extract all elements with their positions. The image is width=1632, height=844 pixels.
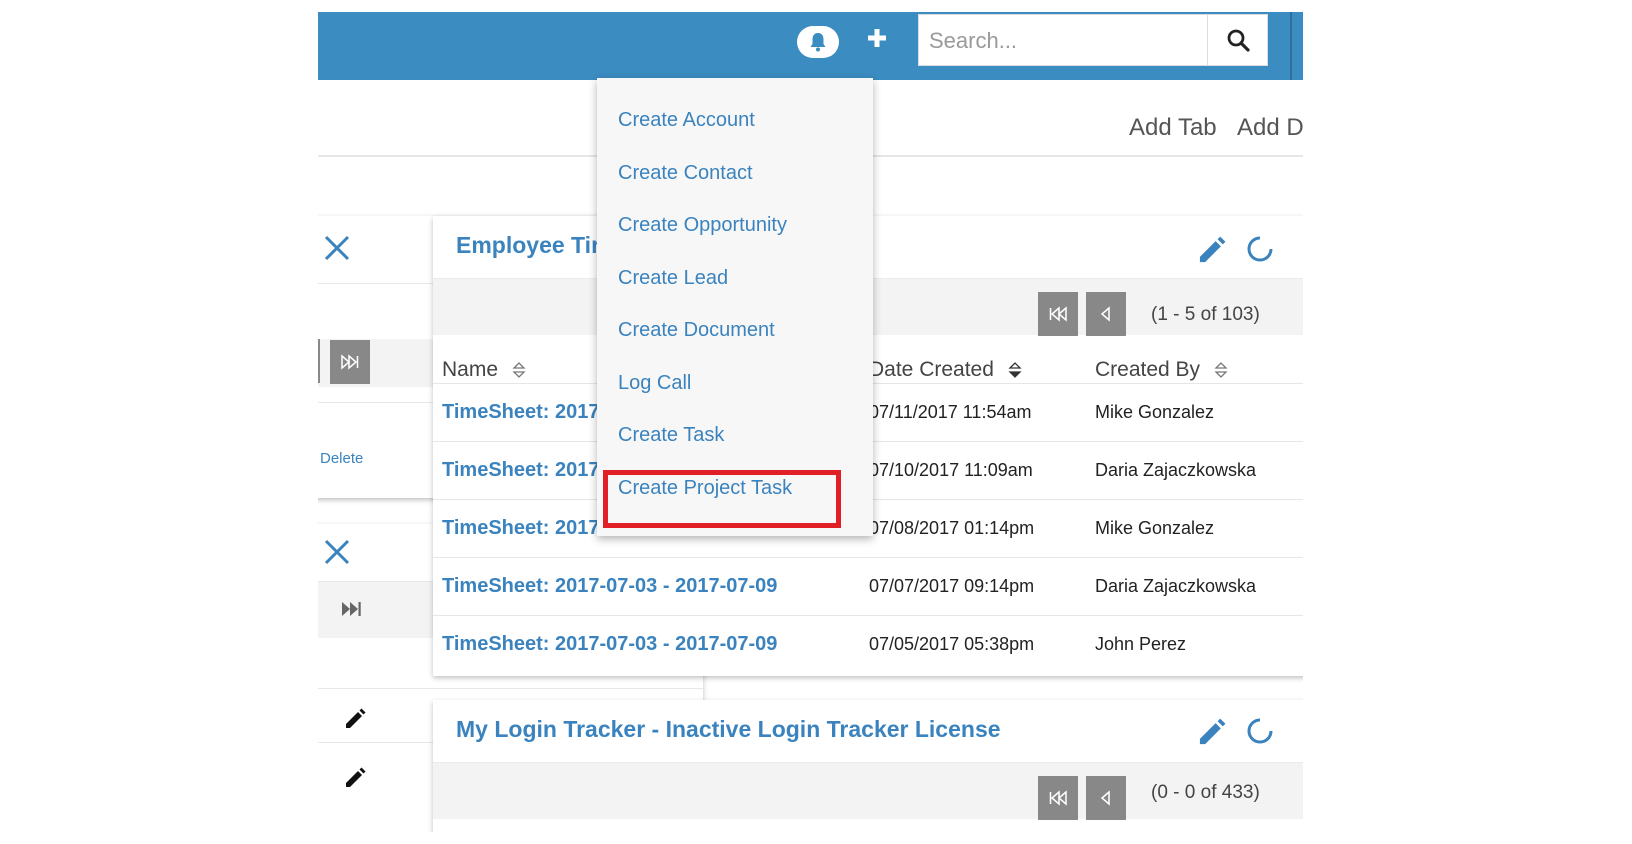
menu-item-create-task[interactable]: Create Task xyxy=(618,424,724,447)
created-by-cell: John Perez xyxy=(1095,634,1187,654)
first-page-icon xyxy=(1049,790,1067,806)
menu-item-log-call[interactable]: Log Call xyxy=(618,372,691,395)
table-row: TimeSheet: 2017-07-03 - 2017-07-09 07/05… xyxy=(433,615,1303,674)
sort-icon xyxy=(1008,362,1022,379)
date-created-cell: 07/05/2017 05:38pm xyxy=(869,634,1035,654)
search-input[interactable] xyxy=(927,15,1181,67)
pager-input[interactable] xyxy=(318,339,320,383)
sort-icon xyxy=(1214,362,1228,379)
last-page-icon xyxy=(341,354,359,370)
add-dashlet-link[interactable]: Add D xyxy=(1237,114,1303,142)
pencil-icon[interactable] xyxy=(343,705,369,731)
menu-item-create-document[interactable]: Create Document xyxy=(618,319,775,342)
dashlet-title[interactable]: My Login Tracker - Inactive Login Tracke… xyxy=(456,716,1001,743)
prev-page-button[interactable] xyxy=(1086,292,1126,336)
timesheet-link[interactable]: TimeSheet: 2017 xyxy=(442,517,600,540)
date-created-cell: 07/08/2017 01:14pm xyxy=(869,518,1035,538)
dashlet-title[interactable]: Employee Tir xyxy=(456,232,600,259)
sort-icon xyxy=(512,362,526,379)
first-page-button[interactable] xyxy=(1038,292,1078,336)
pencil-icon[interactable] xyxy=(1196,232,1230,266)
menu-item-create-account[interactable]: Create Account xyxy=(618,109,755,132)
created-by-cell: Daria Zajaczkowska xyxy=(1095,576,1257,596)
create-dropdown-menu: Create Account Create Contact Create Opp… xyxy=(597,78,873,536)
column-header-label: Created By xyxy=(1095,358,1201,381)
highlight-box xyxy=(603,470,841,528)
created-by-cell: Daria Zajaczkowska xyxy=(1095,460,1257,480)
last-page-button[interactable] xyxy=(330,340,370,384)
date-created-cell: 07/11/2017 11:54am xyxy=(869,402,1032,422)
search-icon xyxy=(1227,29,1250,52)
prev-page-button[interactable] xyxy=(1086,776,1126,820)
search-button[interactable] xyxy=(1207,15,1268,65)
date-created-cell: 07/10/2017 11:09am xyxy=(869,460,1033,480)
header-divider xyxy=(1290,12,1292,80)
column-header-created-by[interactable]: Created By xyxy=(1095,358,1228,382)
pagination-text: (0 - 0 of 433) xyxy=(1151,782,1260,803)
timesheet-link[interactable]: TimeSheet: 2017 xyxy=(442,401,600,424)
search-box xyxy=(918,14,1268,67)
timesheet-link[interactable]: TimeSheet: 2017-07-03 - 2017-07-09 xyxy=(442,633,777,656)
top-header xyxy=(318,12,1303,80)
prev-page-icon xyxy=(1100,306,1110,322)
pencil-icon[interactable] xyxy=(343,764,369,790)
divider xyxy=(318,688,703,689)
table-row: TimeSheet: 2017-07-03 - 2017-07-09 07/07… xyxy=(433,557,1303,616)
timesheet-link[interactable]: TimeSheet: 2017 xyxy=(442,459,600,482)
first-page-icon xyxy=(1049,306,1067,322)
delete-link[interactable]: Delete xyxy=(320,450,363,467)
column-header-date-created[interactable]: Date Created xyxy=(869,358,1022,382)
create-menu-button[interactable] xyxy=(863,24,891,52)
add-tab-link[interactable]: Add Tab xyxy=(1129,114,1217,142)
login-tracker-dashlet: My Login Tracker - Inactive Login Tracke… xyxy=(433,700,1303,832)
column-header-label: Date Created xyxy=(869,358,994,381)
first-page-button[interactable] xyxy=(1038,776,1078,820)
created-by-cell: Mike Gonzalez xyxy=(1095,518,1215,538)
column-header-name[interactable]: Name xyxy=(442,358,526,382)
bell-icon xyxy=(810,33,826,52)
refresh-icon[interactable] xyxy=(1245,234,1275,264)
date-created-cell: 07/07/2017 09:14pm xyxy=(869,576,1035,596)
prev-page-icon xyxy=(1100,790,1110,806)
plus-icon xyxy=(868,29,886,47)
app-viewport: Add Tab Add D Delete xyxy=(318,12,1303,832)
menu-item-create-lead[interactable]: Create Lead xyxy=(618,267,728,290)
column-header-label: Name xyxy=(442,358,499,381)
last-page-icon[interactable] xyxy=(340,600,362,618)
notifications-button[interactable] xyxy=(797,26,839,58)
close-icon[interactable] xyxy=(321,232,353,264)
created-by-cell: Mike Gonzalez xyxy=(1095,402,1215,422)
timesheet-link[interactable]: TimeSheet: 2017-07-03 - 2017-07-09 xyxy=(442,575,777,598)
pagination-text: (1 - 5 of 103) xyxy=(1151,304,1260,325)
pencil-icon[interactable] xyxy=(1196,714,1230,748)
menu-item-create-contact[interactable]: Create Contact xyxy=(618,162,753,185)
menu-item-create-opportunity[interactable]: Create Opportunity xyxy=(618,214,787,237)
close-icon[interactable] xyxy=(321,536,353,568)
refresh-icon[interactable] xyxy=(1245,716,1275,746)
